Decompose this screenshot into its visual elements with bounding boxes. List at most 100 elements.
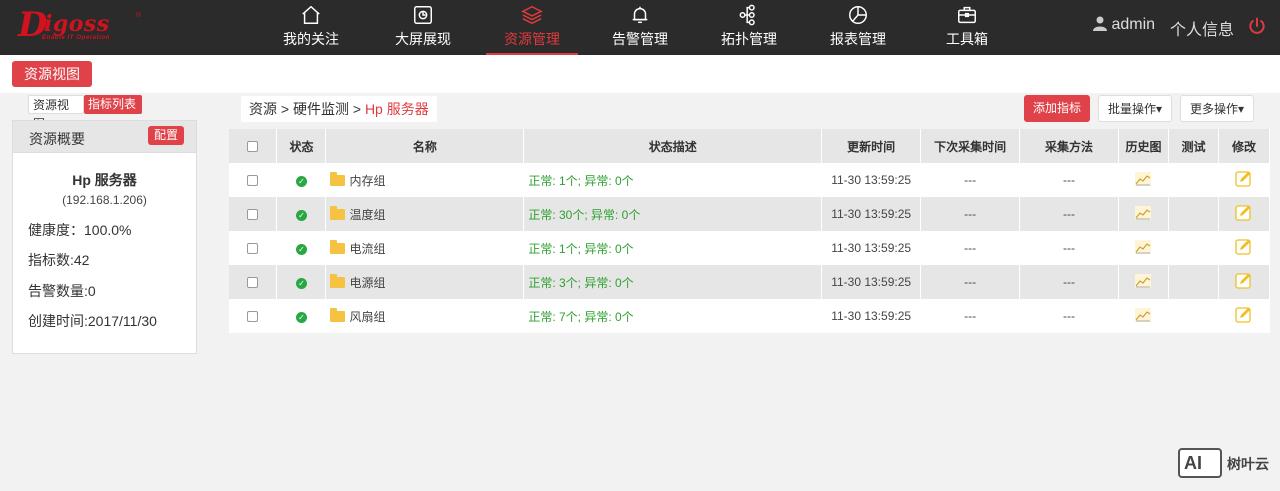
edit-icon[interactable] (1235, 238, 1252, 255)
table-row[interactable]: ✓ 温度组 正常: 30个; 异常: 0个 11-30 13:59:25 ---… (229, 197, 1271, 231)
select-all-checkbox[interactable] (247, 141, 259, 153)
nav-big-screen[interactable]: 大屏展现 (377, 0, 469, 55)
row-checkbox[interactable] (247, 209, 259, 221)
status-ok-icon: ✓ (295, 210, 307, 221)
col-history: 历史图 (1118, 129, 1169, 163)
nav-report-management[interactable]: 报表管理 (812, 0, 904, 55)
group-name[interactable]: 电流组 (349, 242, 385, 256)
batch-operations-dropdown[interactable]: 批量操作▾ (1098, 95, 1173, 122)
status-cell: ✓ (276, 231, 327, 265)
nav-label: 拓扑管理 (721, 31, 777, 47)
history-cell (1118, 265, 1169, 299)
breadcrumb-separator: > (280, 101, 290, 117)
nav-toolbox[interactable]: 工具箱 (921, 0, 1013, 55)
table-row[interactable]: ✓ 电流组 正常: 1个; 异常: 0个 11-30 13:59:25 --- … (229, 231, 1271, 265)
nav-resource-management[interactable]: 资源管理 (486, 0, 578, 55)
status-ok-icon: ✓ (295, 278, 307, 289)
row-select-cell (229, 163, 278, 197)
col-updated[interactable]: 更新时间 (821, 129, 922, 163)
row-checkbox[interactable] (247, 311, 259, 323)
col-collect-method[interactable]: 采集方法 (1019, 129, 1119, 163)
status-description: 正常: 3个; 异常: 0个 (523, 265, 823, 299)
breadcrumb-hardware[interactable]: 硬件监测 (293, 101, 349, 117)
layers-icon (521, 5, 543, 25)
status-cell: ✓ (276, 265, 327, 299)
updated-time: 11-30 13:59:25 (821, 299, 922, 333)
status-description: 正常: 1个; 异常: 0个 (523, 163, 823, 197)
table-row[interactable]: ✓ 电源组 正常: 3个; 异常: 0个 11-30 13:59:25 --- … (229, 265, 1271, 299)
power-icon[interactable] (1247, 16, 1267, 36)
col-next-collect[interactable]: 下次采集时间 (920, 129, 1021, 163)
toolbox-icon (958, 6, 976, 24)
row-select-cell (229, 299, 278, 333)
next-collect-time: --- (920, 163, 1021, 197)
edit-cell (1218, 231, 1271, 265)
table-row[interactable]: ✓ 内存组 正常: 1个; 异常: 0个 11-30 13:59:25 --- … (229, 163, 1271, 197)
edit-icon[interactable] (1235, 170, 1252, 187)
row-checkbox[interactable] (247, 175, 259, 187)
history-chart-icon[interactable] (1135, 205, 1152, 220)
status-ok-icon: ✓ (295, 176, 307, 187)
edit-icon[interactable] (1235, 306, 1252, 323)
history-chart-icon[interactable] (1135, 307, 1152, 322)
watermark-logo: AI 树叶云 (1178, 448, 1274, 478)
collect-method: --- (1019, 231, 1119, 265)
group-name[interactable]: 电源组 (349, 276, 385, 290)
digoss-logo[interactable]: D igoss ® Enable IT Operation (18, 8, 143, 42)
next-collect-time: --- (920, 299, 1021, 333)
history-chart-icon[interactable] (1135, 273, 1152, 288)
col-description[interactable]: 状态描述 (523, 129, 823, 163)
history-cell (1118, 163, 1169, 197)
user-menu[interactable]: admin (1093, 16, 1155, 34)
group-name[interactable]: 温度组 (349, 208, 385, 222)
breadcrumb-resource[interactable]: 资源 (249, 101, 277, 117)
nav-topology-management[interactable]: 拓扑管理 (703, 0, 795, 55)
edit-cell (1218, 163, 1271, 197)
username: admin (1111, 16, 1156, 33)
name-cell: 温度组 (325, 197, 525, 231)
history-chart-icon[interactable] (1135, 171, 1152, 186)
add-metric-button[interactable]: 添加指标 (1024, 95, 1091, 122)
more-operations-dropdown[interactable]: 更多操作▾ (1180, 95, 1255, 122)
col-name[interactable]: 名称 (325, 129, 525, 163)
topology-icon (739, 4, 755, 26)
metric-count-stat: 指标数:42 (28, 252, 90, 268)
status-description: 正常: 7个; 异常: 0个 (523, 299, 823, 333)
monitor-icon (414, 6, 432, 24)
table-row[interactable]: ✓ 风扇组 正常: 7个; 异常: 0个 11-30 13:59:25 --- … (229, 299, 1271, 333)
nav-alarm-management[interactable]: 告警管理 (594, 0, 686, 55)
tab-metric-list[interactable]: 指标列表 (84, 95, 142, 114)
logo-tagline: Enable IT Operation (42, 35, 111, 41)
history-chart-icon[interactable] (1135, 239, 1152, 254)
nav-my-focus[interactable]: 我的关注 (265, 0, 357, 55)
config-button[interactable]: 配置 (148, 126, 185, 145)
tab-resource-view[interactable]: 资源视图 (28, 95, 84, 131)
status-cell: ✓ (276, 163, 327, 197)
nav-label: 资源管理 (504, 31, 560, 47)
group-name[interactable]: 内存组 (349, 174, 385, 188)
next-collect-time: --- (920, 197, 1021, 231)
status-cell: ✓ (276, 299, 327, 333)
status-ok-icon: ✓ (295, 312, 307, 323)
row-checkbox[interactable] (247, 243, 259, 255)
logo-registered: ® (136, 12, 142, 19)
edit-cell (1218, 299, 1271, 333)
group-name[interactable]: 风扇组 (349, 310, 385, 324)
history-cell (1118, 197, 1169, 231)
row-checkbox[interactable] (247, 277, 259, 289)
test-cell (1168, 231, 1219, 265)
name-cell: 电源组 (325, 265, 525, 299)
profile-link[interactable]: 个人信息 (1170, 16, 1234, 40)
edit-icon[interactable] (1235, 204, 1252, 221)
nav-label: 我的关注 (283, 31, 339, 47)
edit-icon[interactable] (1235, 272, 1252, 289)
test-cell (1168, 163, 1219, 197)
folder-icon (330, 273, 346, 288)
col-status[interactable]: 状态 (276, 129, 327, 163)
resource-view-button[interactable]: 资源视图 (12, 61, 92, 87)
status-description: 正常: 1个; 异常: 0个 (523, 231, 823, 265)
created-time-stat: 创建时间:2017/11/30 (28, 313, 157, 329)
metric-table: 状态 名称 状态描述 更新时间 下次采集时间 采集方法 历史图 测试 修改 ✓ … (229, 129, 1271, 333)
logo-word: igoss (44, 11, 110, 37)
row-select-cell (229, 265, 278, 299)
